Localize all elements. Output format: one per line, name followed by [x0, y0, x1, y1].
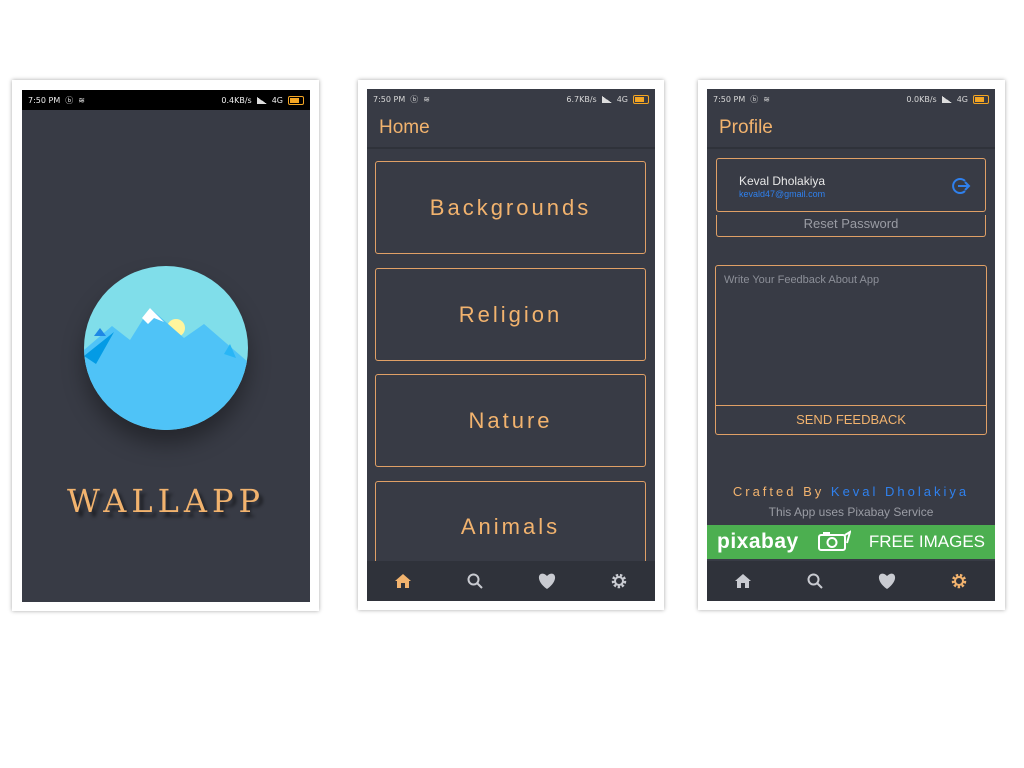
- network-speed: 6.7KB/s: [566, 94, 597, 104]
- network-type: 4G: [271, 95, 283, 105]
- category-label: Animals: [460, 513, 561, 539]
- user-info-card: Keval Dholakiya kevald47@gmail.com: [716, 158, 986, 212]
- battery-icon: [633, 94, 649, 104]
- battery-icon: [288, 95, 304, 105]
- author-link[interactable]: Keval Dholakiya: [831, 484, 969, 499]
- status-bar: 7:50 PM ⓑ ≋ 0.0KB/s 4G: [707, 89, 995, 109]
- user-email: kevald47@gmail.com: [739, 189, 826, 199]
- page-title: Home: [379, 117, 430, 138]
- credits-prefix: Crafted By: [732, 484, 825, 499]
- mountain-logo-icon: [84, 266, 248, 430]
- reset-password-button[interactable]: Reset Password: [716, 215, 986, 237]
- user-name: Keval Dholakiya: [739, 174, 826, 188]
- pixabay-brand: pixabay: [717, 530, 799, 553]
- app-name-title: WALLAPP: [66, 482, 266, 520]
- status-time: 7:50 PM: [28, 95, 61, 105]
- wifi-icon: ≋: [763, 94, 770, 104]
- home-icon[interactable]: [732, 570, 754, 592]
- search-icon[interactable]: [804, 570, 826, 592]
- status-time: 7:50 PM: [373, 94, 406, 104]
- heart-icon[interactable]: [536, 570, 558, 592]
- category-label: Nature: [468, 407, 553, 433]
- category-card-animals[interactable]: Animals: [375, 481, 646, 571]
- status-bar: 7:50 PM ⓑ ≋ 0.4KB/s 4G: [22, 90, 310, 110]
- pixabay-cta: FREE IMAGES: [868, 532, 985, 551]
- profile-screenshot-card: 7:50 PM ⓑ ≋ 0.0KB/s 4G Profile Keval Dho…: [698, 80, 1005, 610]
- signal-icon: [941, 95, 952, 103]
- feedback-input[interactable]: Write Your Feedback About App: [724, 274, 978, 402]
- splash-screenshot-card: 7:50 PM ⓑ ≋ 0.4KB/s 4G WALLAPP: [12, 80, 319, 611]
- category-card-backgrounds[interactable]: Backgrounds: [375, 161, 646, 254]
- status-time: 7:50 PM: [713, 94, 746, 104]
- wifi-icon: ≋: [78, 95, 85, 105]
- signal-icon: [601, 95, 612, 103]
- category-card-nature[interactable]: Nature: [375, 374, 646, 467]
- wifi-icon: ≋: [423, 94, 430, 104]
- category-card-religion[interactable]: Religion: [375, 268, 646, 361]
- bottom-navigation: [707, 561, 995, 601]
- app-bar: Home: [367, 109, 655, 149]
- signal-icon: [256, 96, 267, 104]
- pixabay-banner[interactable]: pixabay FREE IMAGES: [707, 525, 995, 559]
- profile-screen: 7:50 PM ⓑ ≋ 0.0KB/s 4G Profile Keval Dho…: [707, 89, 995, 601]
- notification-icon: ⓑ: [750, 94, 759, 104]
- credits-line: Crafted By Keval Dholakiya: [707, 484, 995, 499]
- notification-icon: ⓑ: [65, 95, 74, 105]
- battery-icon: [973, 94, 989, 104]
- status-bar: 7:50 PM ⓑ ≋ 6.7KB/s 4G: [367, 89, 655, 109]
- settings-icon[interactable]: [608, 570, 630, 592]
- home-icon[interactable]: [392, 570, 414, 592]
- settings-icon[interactable]: [948, 570, 970, 592]
- bottom-navigation: [367, 561, 655, 601]
- page-title: Profile: [719, 117, 773, 138]
- category-label: Religion: [458, 301, 563, 327]
- splash-screen: 7:50 PM ⓑ ≋ 0.4KB/s 4G WALLAPP: [22, 90, 310, 602]
- home-screenshot-card: 7:50 PM ⓑ ≋ 6.7KB/s 4G Home Backgrounds …: [358, 80, 664, 610]
- network-type: 4G: [956, 94, 968, 104]
- app-bar: Profile: [707, 109, 995, 149]
- logout-icon[interactable]: [951, 176, 971, 196]
- pixabay-note: This App uses Pixabay Service: [768, 505, 934, 519]
- network-speed: 0.0KB/s: [906, 94, 937, 104]
- camera-icon: [817, 529, 852, 556]
- network-speed: 0.4KB/s: [221, 95, 252, 105]
- wallapp-logo: [84, 266, 248, 430]
- search-icon[interactable]: [464, 570, 486, 592]
- send-feedback-button[interactable]: SEND FEEDBACK: [715, 405, 987, 435]
- heart-icon[interactable]: [876, 570, 898, 592]
- notification-icon: ⓑ: [410, 94, 419, 104]
- network-type: 4G: [616, 94, 628, 104]
- home-screen: 7:50 PM ⓑ ≋ 6.7KB/s 4G Home Backgrounds …: [367, 89, 655, 601]
- category-label: Backgrounds: [429, 194, 592, 220]
